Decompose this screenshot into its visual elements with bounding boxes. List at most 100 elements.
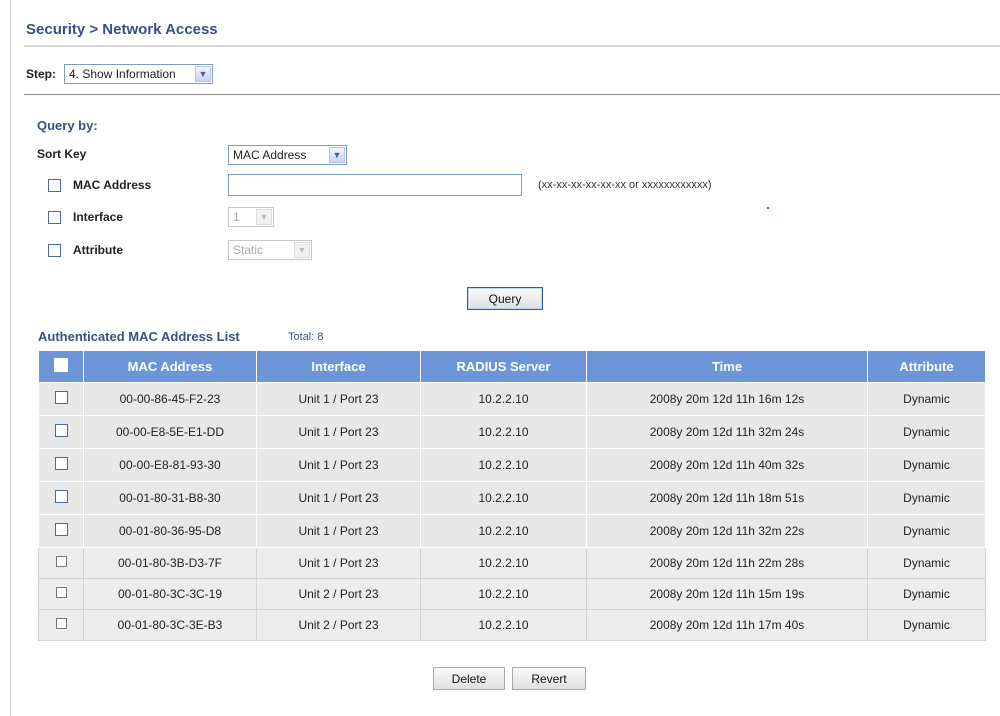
list-title: Authenticated MAC Address List <box>38 329 240 344</box>
cell-time: 2008y 20m 12d 11h 17m 40s <box>586 609 868 641</box>
table-row: 00-00-86-45-F2-23 Unit 1 / Port 23 10.2.… <box>38 382 986 416</box>
step-select-value: 4. Show Information <box>69 67 176 81</box>
chevron-down-icon[interactable]: ▼ <box>294 242 310 258</box>
interface-label: Interface <box>73 210 124 224</box>
cell-interface: Unit 2 / Port 23 <box>256 609 421 641</box>
cell-time: 2008y 20m 12d 11h 40m 32s <box>586 448 868 482</box>
mac-address-checkbox[interactable] <box>48 178 61 192</box>
table-row: 00-01-80-3C-3E-B3 Unit 2 / Port 23 10.2.… <box>38 609 986 641</box>
cell-time: 2008y 20m 12d 11h 22m 28s <box>586 547 868 579</box>
select-all-checkbox[interactable] <box>54 358 68 372</box>
cell-radius: 10.2.2.10 <box>420 547 587 579</box>
cell-interface: Unit 2 / Port 23 <box>256 578 421 610</box>
query-by-heading: Query by: <box>37 118 98 133</box>
revert-button[interactable]: Revert <box>512 667 586 690</box>
column-header-time: Time <box>586 350 868 383</box>
attribute-select[interactable]: Static ▼ <box>228 240 312 260</box>
row-checkbox[interactable] <box>54 490 68 503</box>
row-checkbox[interactable] <box>55 587 67 598</box>
interface-value: 1 <box>233 210 240 224</box>
table-row: 00-01-80-31-B8-30 Unit 1 / Port 23 10.2.… <box>38 481 986 515</box>
mac-address-label: MAC Address <box>73 178 152 192</box>
cell-mac: 00-01-80-3C-3C-19 <box>83 578 257 610</box>
cell-interface: Unit 1 / Port 23 <box>256 547 421 579</box>
column-header-radius: RADIUS Server <box>420 350 587 383</box>
sort-key-value: MAC Address <box>233 148 307 162</box>
column-header-interface: Interface <box>256 350 421 383</box>
cell-attribute: Dynamic <box>867 609 986 641</box>
chevron-down-icon[interactable]: ▼ <box>329 147 345 163</box>
cell-radius: 10.2.2.10 <box>420 382 587 416</box>
row-checkbox[interactable] <box>54 457 68 470</box>
mac-address-format-hint: (xx-xx-xx-xx-xx-xx or xxxxxxxxxxxx) <box>538 179 712 191</box>
cell-radius: 10.2.2.10 <box>420 481 587 515</box>
page-left-border <box>10 0 11 716</box>
step-divider <box>24 94 1000 95</box>
table-row: 00-00-E8-81-93-30 Unit 1 / Port 23 10.2.… <box>38 448 986 482</box>
cell-time: 2008y 20m 12d 11h 32m 22s <box>586 514 868 548</box>
cell-mac: 00-01-80-36-95-D8 <box>83 514 257 548</box>
mac-address-row: MAC Address <box>37 178 151 192</box>
title-divider <box>24 45 1000 47</box>
row-checkbox[interactable] <box>55 556 67 567</box>
cell-mac: 00-01-80-31-B8-30 <box>83 481 257 515</box>
cell-attribute: Dynamic <box>867 514 986 548</box>
cell-mac: 00-00-E8-5E-E1-DD <box>83 415 257 449</box>
attribute-checkbox[interactable] <box>48 243 61 257</box>
cell-interface: Unit 1 / Port 23 <box>256 415 421 449</box>
row-checkbox[interactable] <box>54 523 68 536</box>
mac-address-input[interactable] <box>228 174 522 196</box>
table-row: 00-01-80-3B-D3-7F Unit 1 / Port 23 10.2.… <box>38 547 986 579</box>
step-select[interactable]: 4. Show Information ▼ <box>64 64 213 84</box>
chevron-down-icon[interactable]: ▼ <box>195 66 211 82</box>
sort-key-select[interactable]: MAC Address ▼ <box>228 145 347 165</box>
attribute-row: Attribute <box>37 243 123 257</box>
cell-time: 2008y 20m 12d 11h 16m 12s <box>586 382 868 416</box>
cell-interface: Unit 1 / Port 23 <box>256 514 421 548</box>
row-checkbox[interactable] <box>54 424 68 437</box>
cell-interface: Unit 1 / Port 23 <box>256 448 421 482</box>
list-total: Total: 8 <box>288 331 324 343</box>
table-row: 00-01-80-3C-3C-19 Unit 2 / Port 23 10.2.… <box>38 578 986 610</box>
cell-radius: 10.2.2.10 <box>420 578 587 610</box>
delete-button[interactable]: Delete <box>433 667 505 690</box>
cell-attribute: Dynamic <box>867 415 986 449</box>
cell-mac: 00-00-E8-81-93-30 <box>83 448 257 482</box>
query-button[interactable]: Query <box>467 287 543 310</box>
cell-interface: Unit 1 / Port 23 <box>256 481 421 515</box>
red-mark <box>767 207 769 209</box>
sort-key-label: Sort Key <box>37 147 87 161</box>
cell-time: 2008y 20m 12d 11h 32m 24s <box>586 415 868 449</box>
column-header-mac: MAC Address <box>83 350 257 383</box>
attribute-value: Static <box>233 243 264 257</box>
cell-radius: 10.2.2.10 <box>420 448 587 482</box>
cell-radius: 10.2.2.10 <box>420 415 587 449</box>
cell-time: 2008y 20m 12d 11h 15m 19s <box>586 578 868 610</box>
cell-radius: 10.2.2.10 <box>420 609 587 641</box>
cell-attribute: Dynamic <box>867 481 986 515</box>
select-all-cell <box>38 350 84 383</box>
chevron-down-icon[interactable]: ▼ <box>256 209 272 225</box>
cell-attribute: Dynamic <box>867 547 986 579</box>
cell-attribute: Dynamic <box>867 578 986 610</box>
interface-row: Interface <box>37 210 123 224</box>
page-title: Security > Network Access <box>26 21 218 38</box>
mac-address-table: MAC Address Interface RADIUS Server Time… <box>38 350 986 641</box>
table-header-row: MAC Address Interface RADIUS Server Time… <box>38 350 986 383</box>
cell-attribute: Dynamic <box>867 382 986 416</box>
row-checkbox[interactable] <box>55 618 67 629</box>
table-row: 00-00-E8-5E-E1-DD Unit 1 / Port 23 10.2.… <box>38 415 986 449</box>
cell-radius: 10.2.2.10 <box>420 514 587 548</box>
interface-checkbox[interactable] <box>48 210 61 224</box>
cell-mac: 00-01-80-3B-D3-7F <box>83 547 257 579</box>
step-label: Step: <box>26 67 56 81</box>
row-checkbox[interactable] <box>54 391 68 404</box>
interface-select[interactable]: 1 ▼ <box>228 207 274 227</box>
step-row: Step: 4. Show Information ▼ <box>26 63 213 85</box>
table-row: 00-01-80-36-95-D8 Unit 1 / Port 23 10.2.… <box>38 514 986 548</box>
attribute-label: Attribute <box>73 243 123 257</box>
sort-key-row: Sort Key <box>37 147 86 161</box>
cell-time: 2008y 20m 12d 11h 18m 51s <box>586 481 868 515</box>
cell-interface: Unit 1 / Port 23 <box>256 382 421 416</box>
cell-mac: 00-00-86-45-F2-23 <box>83 382 257 416</box>
